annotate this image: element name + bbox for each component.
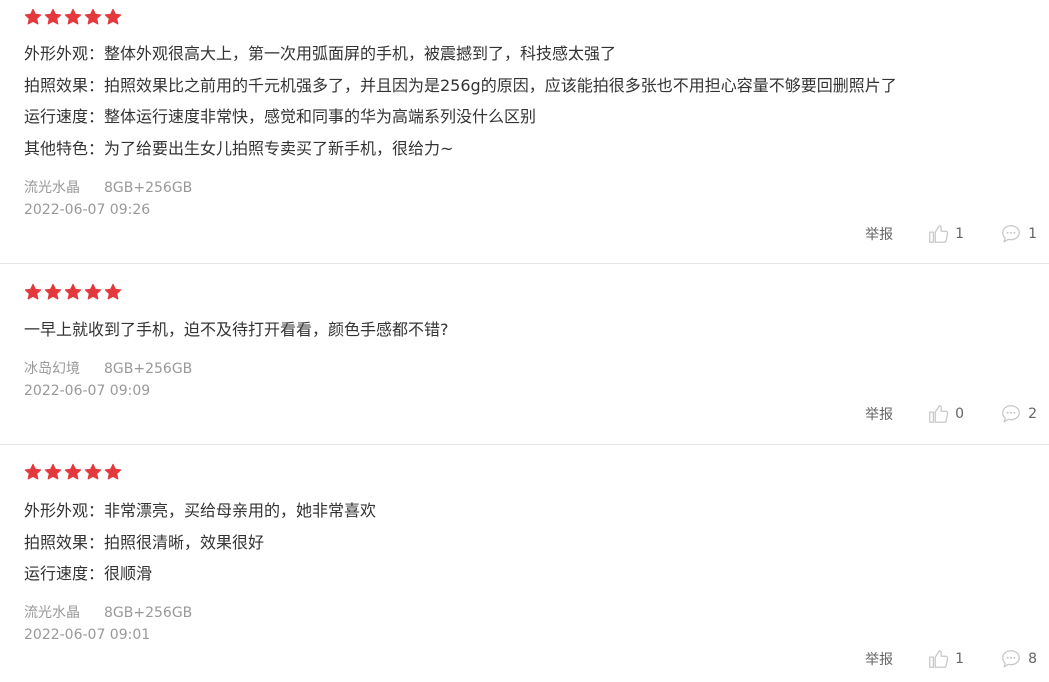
star-rating [24, 463, 122, 481]
product-variant: 8GB+256GB [104, 361, 193, 377]
like-button[interactable]: 1 [927, 223, 964, 245]
review-line: 外形外观：整体外观很高大上，第一次用弧面屏的手机，被震撼到了，科技感太强了 [24, 44, 617, 63]
star-icon [44, 463, 62, 480]
review-item: 外形外观：整体外观很高大上，第一次用弧面屏的手机，被震撼到了，科技感太强了 拍照… [0, 0, 1049, 264]
review-item: 一早上就收到了手机，迫不及待打开看看，颜色手感都不错? 冰岛幻境 8GB+256… [0, 265, 1049, 445]
thumbs-up-icon [927, 403, 955, 425]
review-date: 2022-06-07 09:09 [24, 383, 151, 399]
star-icon [104, 283, 122, 300]
review-content: 外形外观：整体外观很高大上，第一次用弧面屏的手机，被震撼到了，科技感太强了 拍照… [24, 38, 1029, 164]
comment-count: 1 [1028, 226, 1037, 242]
comment-bubble-icon [1000, 648, 1028, 670]
comment-count: 8 [1028, 651, 1037, 667]
star-icon [64, 463, 82, 480]
thumbs-up-icon [927, 648, 955, 670]
review-line: 运行速度：很顺滑 [24, 564, 153, 583]
review-line: 一早上就收到了手机，迫不及待打开看看，颜色手感都不错? [24, 320, 449, 339]
review-item: 外形外观：非常漂亮，买给母亲用的，她非常喜欢 拍照效果：拍照很清晰，效果很好 运… [0, 446, 1049, 682]
star-icon [24, 463, 42, 480]
product-color: 冰岛幻境 [24, 361, 80, 377]
review-actions: 举报 1 8 [865, 647, 1037, 671]
star-rating [24, 8, 122, 26]
star-icon [104, 463, 122, 480]
product-color: 流光水晶 [24, 605, 80, 621]
review-line: 其他特色：为了给要出生女儿拍照专卖买了新手机，很给力~ [24, 138, 454, 158]
star-icon [84, 463, 102, 480]
star-icon [44, 8, 62, 25]
star-icon [84, 8, 102, 25]
review-actions: 举报 0 2 [865, 402, 1037, 426]
comment-count: 2 [1028, 406, 1037, 422]
review-date: 2022-06-07 09:01 [24, 627, 151, 643]
review-meta: 流光水晶 8GB+256GB 2022-06-07 09:26 [24, 177, 192, 221]
review-date: 2022-06-07 09:26 [24, 202, 151, 218]
report-button[interactable]: 举报 [865, 649, 893, 669]
report-button[interactable]: 举报 [865, 404, 893, 424]
star-icon [64, 283, 82, 300]
review-meta: 流光水晶 8GB+256GB 2022-06-07 09:01 [24, 602, 192, 646]
review-content: 外形外观：非常漂亮，买给母亲用的，她非常喜欢 拍照效果：拍照很清晰，效果很好 运… [24, 495, 1029, 590]
review-line: 运行速度：整体运行速度非常快，感觉和同事的华为高端系列没什么区别 [24, 107, 537, 126]
like-button[interactable]: 1 [927, 648, 964, 670]
thumbs-up-icon [927, 223, 955, 245]
review-meta: 冰岛幻境 8GB+256GB 2022-06-07 09:09 [24, 358, 192, 402]
review-line: 拍照效果：拍照很清晰，效果很好 [24, 532, 265, 552]
star-icon [64, 8, 82, 25]
report-button[interactable]: 举报 [865, 224, 893, 244]
comment-bubble-icon [1000, 223, 1028, 245]
star-icon [24, 283, 42, 300]
star-icon [24, 8, 42, 25]
star-icon [44, 283, 62, 300]
star-icon [104, 8, 122, 25]
product-variant: 8GB+256GB [104, 180, 193, 196]
comment-button[interactable]: 8 [1000, 648, 1037, 670]
comment-button[interactable]: 1 [1000, 223, 1037, 245]
comment-bubble-icon [1000, 403, 1028, 425]
like-count: 0 [955, 406, 965, 422]
like-count: 1 [955, 651, 965, 667]
review-actions: 举报 1 1 [865, 222, 1037, 246]
review-content: 一早上就收到了手机，迫不及待打开看看，颜色手感都不错? [24, 314, 1029, 346]
star-icon [84, 283, 102, 300]
review-line: 拍照效果：拍照效果比之前用的千元机强多了，并且因为是256g的原因，应该能拍很多… [24, 75, 897, 95]
like-button[interactable]: 0 [927, 403, 964, 425]
product-variant: 8GB+256GB [104, 605, 193, 621]
like-count: 1 [955, 226, 965, 242]
product-color: 流光水晶 [24, 180, 80, 196]
comment-button[interactable]: 2 [1000, 403, 1037, 425]
star-rating [24, 283, 122, 301]
review-line: 外形外观：非常漂亮，买给母亲用的，她非常喜欢 [24, 501, 377, 520]
